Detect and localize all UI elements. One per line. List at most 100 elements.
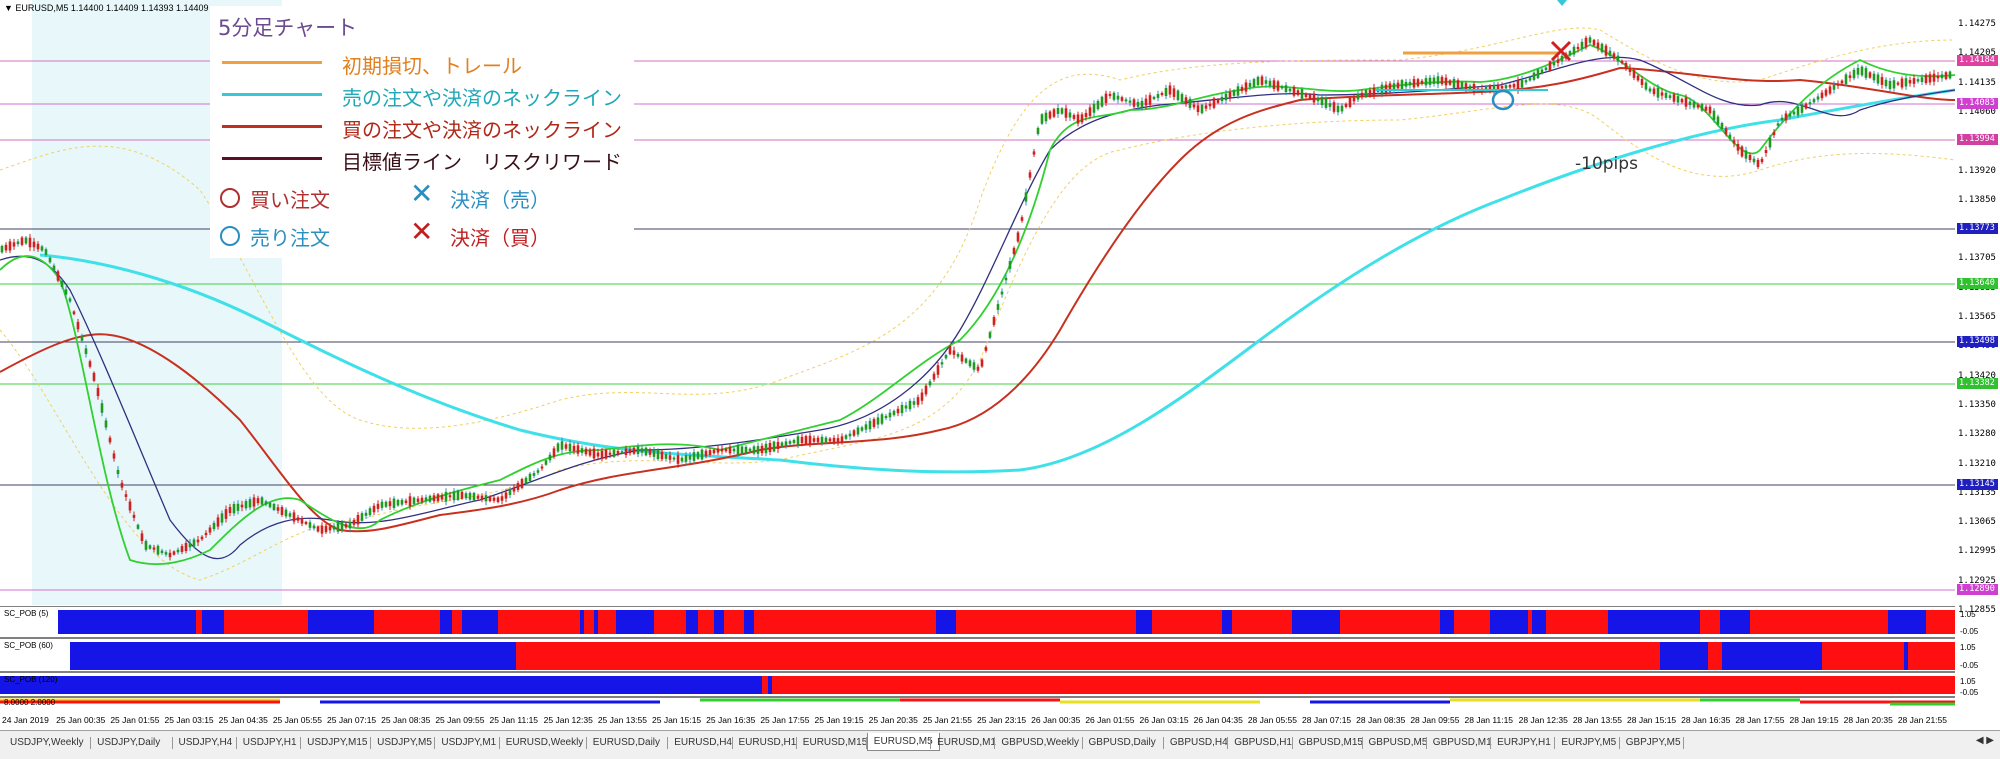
candle-body [1220,96,1224,102]
candle-body [1600,43,1604,53]
sell-circle-icon [220,226,240,246]
candle-body [596,452,600,457]
candle-body [524,477,528,484]
indicator-segment [1700,610,1720,634]
candle-body [1828,86,1832,94]
chart-tab[interactable]: EURUSD,M15 [797,734,873,752]
candle-body [1344,104,1348,107]
candle-body [1440,76,1444,85]
candle-body [1032,151,1036,155]
tab-scroll-arrows[interactable]: ◀ ▶ [1976,735,1994,746]
candle-body [1776,123,1780,126]
candle-body [848,433,852,437]
candle-body [500,496,504,501]
candle-body [1100,96,1104,107]
candle-body [620,451,624,454]
indicator-segment [584,610,594,634]
indicator-segment [1708,642,1722,670]
chart-tab[interactable]: EURUSD,H4 [668,734,738,752]
chart-tab[interactable]: GBPJPY,M5 [1620,734,1687,752]
chart-tab[interactable]: EURUSD,M1 [931,734,1002,752]
candle-body [696,452,700,459]
candle-body [312,525,316,529]
candle-body [1300,89,1304,99]
chart-tab[interactable]: USDJPY,M5 [371,734,438,752]
chart-tab[interactable]: USDJPY,M1 [435,734,502,752]
chart-tab[interactable]: EURJPY,H1 [1491,734,1557,752]
candle-body [48,257,52,263]
candle-body [640,448,644,453]
candle-body [1856,68,1860,75]
candle-body [28,237,32,248]
candle-body [1008,261,1012,269]
chart-tab[interactable]: EURUSD,M5 [866,733,940,751]
candle-body [1028,172,1032,178]
candle-body [1868,72,1872,78]
candle-body [1632,70,1636,78]
candle-body [1268,80,1272,86]
candle-body [324,525,328,533]
chart-tab[interactable]: USDJPY,H1 [237,734,303,752]
candle-body [900,404,904,414]
candle-body [1412,79,1416,88]
chart-tab[interactable]: GBPUSD,Weekly [995,734,1085,752]
chart-tab[interactable]: USDJPY,Daily [91,734,166,752]
candle-body [1844,74,1848,85]
candle-body [1796,106,1800,116]
chart-tab[interactable]: GBPUSD,M5 [1363,734,1434,752]
candle-body [1436,76,1440,85]
chart-tab[interactable]: EURJPY,M5 [1555,734,1622,752]
candle-body [1052,109,1056,117]
candle-body [164,552,168,555]
chart-tab[interactable]: USDJPY,Weekly [4,734,90,752]
indicator-segment [1904,642,1908,670]
candle-body [1160,92,1164,96]
candle-body [1604,45,1608,56]
candle-body [548,454,552,461]
candle-body [1176,90,1180,101]
candle-body [460,491,464,499]
candle-body [408,496,412,507]
candle-body [544,460,548,465]
chart-tab[interactable]: GBPUSD,H4 [1164,734,1234,752]
candle-body [752,446,756,454]
price-chart[interactable]: ▼ EURUSD,M5 1.14400 1.14409 1.14393 1.14… [0,0,1955,605]
candle-body [1580,41,1584,49]
chart-tab[interactable]: GBPUSD,H1 [1228,734,1298,752]
chart-tab[interactable]: GBPUSD,M15 [1293,734,1369,752]
candle-body [380,501,384,508]
candle-body [1560,55,1564,62]
candle-body [1760,158,1764,163]
candle-body [1448,80,1452,85]
indicator-segment [1720,610,1750,634]
chart-tab[interactable]: GBPUSD,Daily [1083,734,1162,752]
candle-body [360,513,364,521]
candle-body [1764,150,1768,153]
price-tick-label: 1.13565 [1958,312,1996,322]
chart-tab[interactable]: USDJPY,M15 [301,734,373,752]
chart-tab[interactable]: GBPUSD,M1 [1427,734,1498,752]
chart-tab[interactable]: EURUSD,H1 [733,734,803,752]
candle-body [996,304,1000,310]
candle-body [1788,113,1792,117]
candle-body [1288,88,1292,92]
candle-body [780,442,784,447]
candle-body [988,332,992,338]
chart-tab[interactable]: EURUSD,Daily [587,734,666,752]
chart-tab[interactable]: USDJPY,H4 [173,734,239,752]
candle-body [1248,83,1252,87]
indicator-segment [686,610,698,634]
candle-body [1068,112,1072,118]
candle-body [568,443,572,452]
candle-body [1400,80,1404,90]
indicator-segment [1908,642,1955,670]
candle-body [1740,146,1744,157]
candle-body [516,483,520,490]
indicator-panes[interactable] [0,606,1955,716]
indicator-segment [1152,610,1222,634]
candle-body [1132,99,1136,107]
price-tick-label: 1.13705 [1958,253,1996,264]
candle-body [124,494,128,497]
symbol-info: ▼ EURUSD,M5 1.14400 1.14409 1.14393 1.14… [4,3,209,13]
chart-tab[interactable]: EURUSD,Weekly [500,734,590,752]
